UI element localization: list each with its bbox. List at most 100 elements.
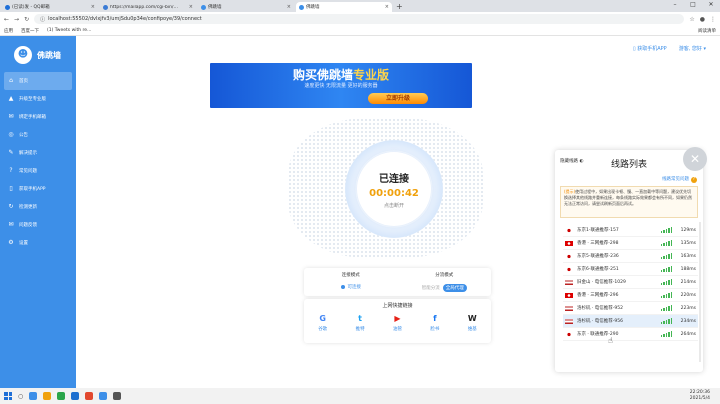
sidebar-item[interactable]: ✎ 解决提示 [4,144,72,162]
disconnect-label: 点击断开 [383,203,404,209]
tab-close-icon[interactable]: × [189,4,193,10]
line-item[interactable]: 旧金山 · 电信推荐-1029 214ms [563,276,698,289]
app-logo: ☻ 佛跳墙 [0,36,76,72]
clock-date: 2021/5/4 [689,396,710,401]
line-name: 东京 · 联通推荐-290 [577,332,619,337]
line-item[interactable]: 洛杉矶 · 电信推荐-956 234ms [563,315,698,328]
close-window-icon[interactable]: ✕ [702,0,720,10]
line-item[interactable]: 东京1-联通推荐-157 129ms [563,224,698,237]
sidebar-item[interactable]: ↻ 检测更新 [4,198,72,216]
latency: 135ms [680,240,696,246]
quick-link[interactable]: f 脸书 [430,313,440,333]
window-controls: – □ ✕ [666,0,720,10]
line-item[interactable]: 洛杉矶 · 电信推荐-952 223ms [563,302,698,315]
smart-mode-option[interactable]: 智能分流 [422,285,440,291]
minimize-icon[interactable]: – [666,0,684,10]
sidebar-item-label: 常见问题 [19,169,37,174]
browser-tab[interactable]: 佛跳墙 × [296,2,392,12]
taskbar-app-icon[interactable] [43,392,52,400]
connection-button[interactable]: 已连接 00:00:42 点击断开 [357,152,431,226]
quick-link[interactable]: t 推特 [355,313,365,333]
browser-tab[interactable]: https://mailapp.com/cgi-bin/… × [100,2,196,12]
browser-tab[interactable]: (已读)发 - QQ邮箱 × [2,2,98,12]
sidebar-item[interactable]: ◎ 公告 [4,126,72,144]
line-help-link[interactable]: 线路常见问题? [555,176,703,183]
quick-link-label: 维基 [467,327,477,332]
taskbar-app-icon[interactable] [71,392,80,400]
faq-icon: ? [9,167,13,174]
sidebar-nav: ⌂ 首页 ▲ 升级至专业版 ✉ 绑定手机邮箱 ◎ 公告 ✎ 解决提示? 常见问题 ▯ 获取手机APP ↻ 检… [0,72,76,252]
profile-icon[interactable]: ● [700,16,705,23]
tab-favicon-icon [103,4,108,10]
new-tab-button[interactable]: + [396,2,403,12]
tab-favicon-icon [201,4,206,10]
upgrade-icon: ▲ [8,95,14,102]
bookmark-tweets[interactable]: (1) Tweets with re... [47,28,91,33]
signal-icon [661,318,672,324]
back-icon[interactable]: ← [4,16,9,23]
panel-title: 线路列表 [610,160,647,170]
line-item[interactable]: 香港 · 三网推荐-296 220ms [563,289,698,302]
tab-close-icon[interactable]: × [91,4,95,10]
taskbar-app-icon[interactable] [29,392,38,400]
line-item[interactable]: 东京6-联通推荐-251 188ms [563,263,698,276]
connect-mode-value[interactable]: 可连接 [304,284,398,290]
tab-title: https://mailapp.com/cgi-bin/… [110,4,178,10]
browser-tab[interactable]: 佛跳墙 × [198,2,294,12]
sidebar-item[interactable]: ✉ 问题反馈 [4,216,72,234]
scrollbar[interactable] [699,222,701,362]
search-icon[interactable]: ○ [18,393,23,400]
taskbar-app-icon[interactable] [85,392,94,400]
quick-link[interactable]: G 谷歌 [318,313,328,333]
browser-tab-strip: (已读)发 - QQ邮箱 × https://mailapp.com/cgi-bin… [0,0,720,12]
taskbar-app-icon[interactable] [99,392,108,400]
panel-header: 隐藏线路 ◐ 线路列表 ✕ [555,147,707,172]
user-menu[interactable]: 游客, 您好 ▾ [679,45,706,52]
close-icon[interactable]: ✕ [683,147,707,171]
flag-icon [565,305,573,311]
line-name: 东京5-联通推荐-236 [577,254,619,259]
sidebar-item[interactable]: ▯ 获取手机APP [4,180,72,198]
quick-link[interactable]: ▶ 油管 [392,313,402,333]
bookmark-apps[interactable]: 应用 [4,28,13,34]
address-bar[interactable]: ⓘ localhost:55502/dvlxjfv3/umjSdu0p34e/c… [34,14,685,24]
taskbar: ○ 22:20:36 2021/5/4 [0,388,720,404]
taskbar-clock[interactable]: 22:20:36 2021/5/4 [690,390,720,402]
forward-icon[interactable]: → [14,16,19,23]
sidebar-item[interactable]: ⌂ 首页 [4,72,72,90]
sidebar-item[interactable]: ✉ 绑定手机邮箱 [4,108,72,126]
sidebar-item-label: 获取手机APP [19,187,46,192]
line-item[interactable]: 东京 · 联通推荐-290 264ms [563,328,698,341]
maximize-icon[interactable]: □ [684,0,702,10]
flag-icon [565,292,573,298]
reading-list[interactable]: 阅读清单 [698,28,716,34]
star-icon[interactable]: ☆ [689,16,694,23]
taskbar-app-icon[interactable] [57,392,66,400]
upgrade-button[interactable]: 立即升级 [368,93,428,104]
upgrade-banner[interactable]: 购买佛跳墙专业版 速度更快 无限流量 更好的服务器 立即升级 [210,63,472,108]
signal-icon [661,227,672,233]
bookmark-baidu[interactable]: 百度一下 [21,28,39,34]
quick-links-card: 上网快捷链接 G 谷歌 t 推特 ▶ 油管 f 脸书 W 维基 [304,299,491,343]
windows-start-icon[interactable] [4,392,12,400]
sidebar-item[interactable]: ? 常见问题 [4,162,72,180]
status-dot [340,285,345,289]
quick-link[interactable]: W 维基 [467,313,477,333]
taskbar-app-icon[interactable] [113,392,122,400]
global-mode-option[interactable]: 全局代理 [442,284,467,292]
sidebar-item[interactable]: ⚙ 设置 [4,234,72,252]
tab-close-icon[interactable]: × [287,4,291,10]
sidebar-item[interactable]: ▲ 升级至专业版 [4,90,72,108]
youtube-icon: ▶ [394,313,401,323]
banner-subtitle: 速度更快 无限流量 更好的服务器 [304,83,378,89]
line-name: 东京6-联通推荐-251 [577,267,619,272]
line-item[interactable]: 东京5-联通推荐-236 163ms [563,250,698,263]
line-item[interactable]: 香港 · 三网推荐-298 135ms [563,237,698,250]
get-app-link[interactable]: ▯ 获取手机APP [633,45,667,52]
line-name: 旧金山 · 电信推荐-1029 [577,280,626,285]
tab-close-icon[interactable]: × [385,4,389,10]
latency: 214ms [680,279,696,285]
menu-icon[interactable]: ⋮ [710,16,716,23]
question-icon: ? [691,177,697,183]
reload-icon[interactable]: ↻ [24,16,29,23]
